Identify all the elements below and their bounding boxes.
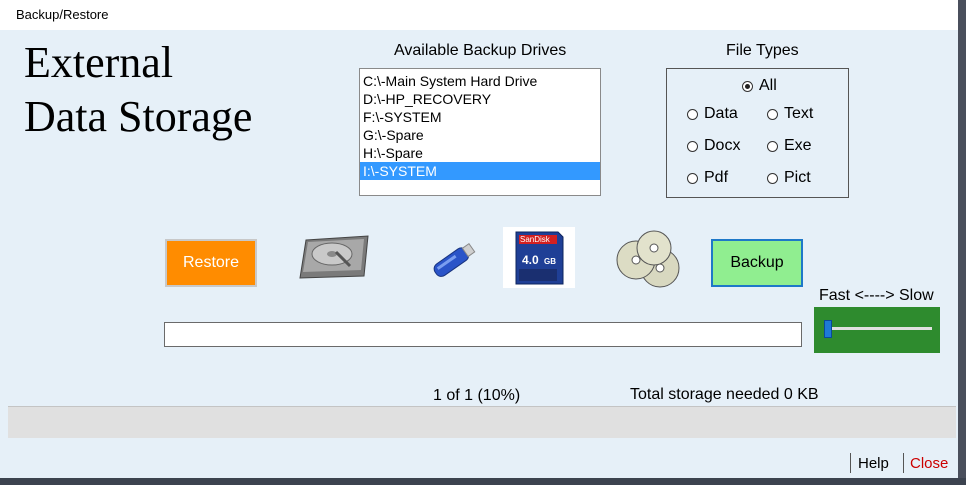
radio-pict[interactable]: Pict xyxy=(767,169,811,187)
title-bar[interactable]: Backup/Restore xyxy=(0,0,958,30)
progress-bar xyxy=(164,322,802,347)
radio-text-label: Text xyxy=(784,105,814,122)
drive-item-c[interactable]: C:\-Main System Hard Drive xyxy=(360,72,600,90)
close-separator xyxy=(903,453,904,473)
taskbar-edge xyxy=(0,478,966,485)
radio-docx-indicator xyxy=(687,140,698,152)
radio-exe-indicator xyxy=(767,140,778,152)
drive-item-d[interactable]: D:\-HP_RECOVERY xyxy=(360,90,600,108)
file-types-group: All Data Text Docx Exe Pdf Pict xyxy=(666,68,849,198)
hard-drive-icon[interactable] xyxy=(298,232,372,287)
close-link[interactable]: Close xyxy=(910,455,948,472)
page-heading: External Data Storage xyxy=(24,36,252,144)
desktop-background-edge xyxy=(958,0,966,485)
sd-card-icon[interactable]: SanDisk 4.0 GB xyxy=(503,227,575,288)
drive-item-g[interactable]: G:\-Spare xyxy=(360,126,600,144)
drive-item-f[interactable]: F:\-SYSTEM xyxy=(360,108,600,126)
speed-label: Fast <----> Slow xyxy=(819,287,934,304)
help-separator xyxy=(850,453,851,473)
heading-line-2: Data Storage xyxy=(24,92,253,141)
speed-slider-track xyxy=(826,327,932,330)
file-types-label: File Types xyxy=(726,42,799,59)
status-bar xyxy=(8,406,956,438)
drive-item-i[interactable]: I:\-SYSTEM xyxy=(360,162,600,180)
speed-slider[interactable] xyxy=(814,307,940,353)
radio-data-label: Data xyxy=(704,105,738,122)
radio-pdf[interactable]: Pdf xyxy=(687,169,728,187)
drives-listbox[interactable]: C:\-Main System Hard Drive D:\-HP_RECOVE… xyxy=(359,68,601,196)
cd-discs-icon[interactable] xyxy=(614,230,688,295)
sd-card-brand: SanDisk xyxy=(520,235,550,244)
radio-all-indicator xyxy=(742,80,753,92)
radio-data[interactable]: Data xyxy=(687,105,738,123)
restore-button[interactable]: Restore xyxy=(165,239,257,287)
window-title: Backup/Restore xyxy=(16,7,109,22)
radio-pdf-indicator xyxy=(687,172,698,184)
radio-docx[interactable]: Docx xyxy=(687,137,740,155)
radio-text-indicator xyxy=(767,108,778,120)
sd-card-unit: GB xyxy=(544,257,556,266)
speed-slider-thumb[interactable] xyxy=(824,320,832,338)
heading-line-1: External xyxy=(24,38,174,87)
progress-count: 1 of 1 (10%) xyxy=(433,387,521,404)
usb-drive-icon[interactable] xyxy=(426,238,480,289)
drives-label: Available Backup Drives xyxy=(394,42,567,59)
radio-exe[interactable]: Exe xyxy=(767,137,812,155)
radio-data-indicator xyxy=(687,108,698,120)
radio-all[interactable]: All xyxy=(742,77,777,95)
radio-pict-label: Pict xyxy=(784,169,811,186)
radio-all-label: All xyxy=(759,77,777,94)
radio-pdf-label: Pdf xyxy=(704,169,729,186)
storage-needed: Total storage needed 0 KB xyxy=(630,386,819,403)
radio-docx-label: Docx xyxy=(704,137,741,154)
radio-pict-indicator xyxy=(767,172,778,184)
backup-button[interactable]: Backup xyxy=(711,239,803,287)
radio-exe-label: Exe xyxy=(784,137,812,154)
help-link[interactable]: Help xyxy=(858,455,889,472)
sd-card-capacity: 4.0 xyxy=(522,253,539,267)
radio-text[interactable]: Text xyxy=(767,105,813,123)
drive-item-h[interactable]: H:\-Spare xyxy=(360,144,600,162)
